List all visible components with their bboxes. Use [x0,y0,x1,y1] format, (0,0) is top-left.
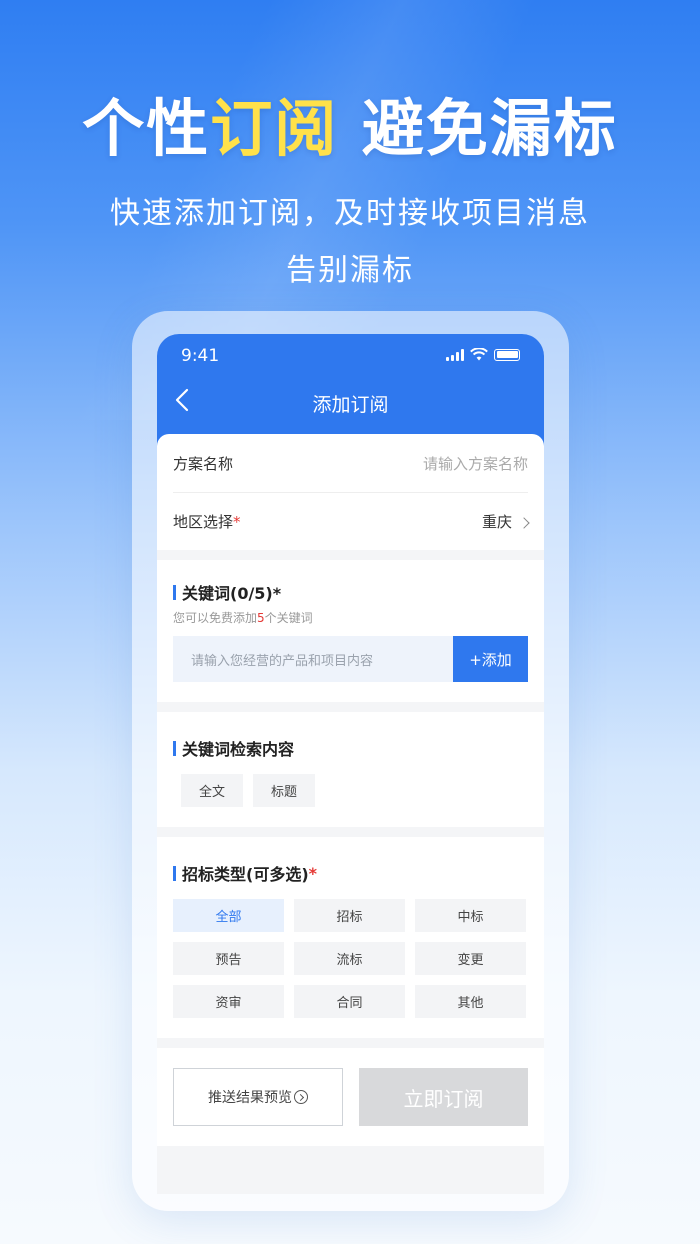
keywords-card: 关键词(0/5)* 您可以免费添加5个关键词 请输入您经营的产品和项目内容 +添… [157,560,544,702]
region-label: 地区选择* [173,513,241,531]
headline-highlight: 订阅 [210,92,339,165]
preview-results-button[interactable]: 推送结果预览 [173,1068,343,1126]
section-bar [173,865,176,881]
bid-type-failed[interactable]: 流标 [294,942,405,975]
search-scope-card: 关键词检索内容 全文 标题 [157,712,544,827]
section-bar [173,584,176,600]
region-row[interactable]: 地区选择* 重庆 [173,492,530,550]
section-bar [173,740,176,756]
promo-subtitle-line1: 快速添加订阅，及时接收项目消息 [110,196,590,231]
keyword-input-group: 请输入您经营的产品和项目内容 +添加 [173,636,528,682]
status-icons [446,348,520,361]
bid-type-all[interactable]: 全部 [173,899,284,932]
basic-info-card: 方案名称 请输入方案名称 地区选择* 重庆 [157,434,544,550]
form-sheet: 方案名称 请输入方案名称 地区选择* 重庆 关键词(0/5)* 您可以免费添加5… [157,434,544,1146]
battery-icon [494,348,520,361]
circle-chevron-right-icon [294,1090,308,1104]
search-scope-options: 全文 标题 [173,774,528,807]
bid-type-award[interactable]: 中标 [415,899,526,932]
signal-icon [446,348,464,361]
bid-type-qualification[interactable]: 资审 [173,985,284,1018]
plan-name-label: 方案名称 [173,454,234,473]
wifi-icon [470,348,488,361]
bid-type-notice[interactable]: 预告 [173,942,284,975]
bid-type-change[interactable]: 变更 [415,942,526,975]
promo-subtitle-line2: 告别漏标 [286,253,414,288]
keyword-input[interactable]: 请输入您经营的产品和项目内容 [173,636,453,682]
headline-part2: 避免漏标 [338,92,618,165]
headline-part1: 个性 [82,92,211,165]
plan-name-input[interactable]: 请输入方案名称 [423,453,528,474]
region-value[interactable]: 重庆 [482,511,530,532]
keywords-title: 关键词(0/5)* [173,580,528,604]
promo-headline: 个性订阅 避免漏标 [0,78,700,168]
chevron-right-icon [518,517,530,529]
phone-screen: 9:41 添加订阅 方案名称 请输入方案名称 地区选择* 重庆 关键词(0/5)… [157,334,544,1194]
scope-option-title[interactable]: 标题 [253,774,315,807]
required-mark: * [308,863,318,883]
bid-type-tender[interactable]: 招标 [294,899,405,932]
bid-type-other[interactable]: 其他 [415,985,526,1018]
required-mark: * [233,513,241,531]
bid-types-card: 招标类型(可多选) * 全部 招标 中标 预告 流标 变更 资审 合同 其他 [157,837,544,1038]
subscribe-button[interactable]: 立即订阅 [359,1068,528,1126]
bid-type-contract[interactable]: 合同 [294,985,405,1018]
scope-option-fulltext[interactable]: 全文 [181,774,243,807]
plan-name-row[interactable]: 方案名称 请输入方案名称 [173,434,528,492]
status-time: 9:41 [181,346,220,366]
action-footer: 推送结果预览 立即订阅 [157,1048,544,1146]
keywords-hint: 您可以免费添加5个关键词 [173,611,313,625]
search-scope-title: 关键词检索内容 [173,736,528,760]
page-title: 添加订阅 [312,394,389,416]
bid-types-title: 招标类型(可多选) * [173,861,528,885]
add-keyword-button[interactable]: +添加 [453,636,528,682]
bid-type-options: 全部 招标 中标 预告 流标 变更 资审 合同 其他 [173,899,528,1018]
